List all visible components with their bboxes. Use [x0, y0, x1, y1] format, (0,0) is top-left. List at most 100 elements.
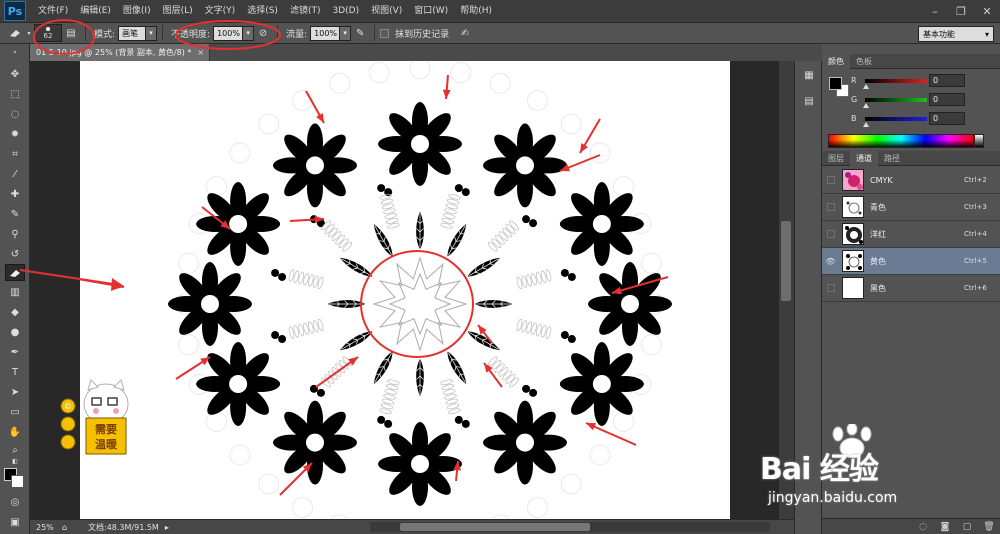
mode-label: 模式:: [94, 29, 116, 40]
menu-item[interactable]: 文字(Y): [199, 0, 242, 22]
eraser-tool-icon[interactable]: [6, 25, 24, 41]
brush-preset-picker[interactable]: 62: [34, 24, 62, 42]
flow-dropdown-icon[interactable]: ▾: [340, 25, 352, 41]
slider-value-input[interactable]: 0: [929, 112, 965, 125]
pen-tool-icon[interactable]: ✒: [5, 344, 25, 361]
restore-icon[interactable]: ❐: [948, 0, 974, 22]
quick-mask-icon[interactable]: ◎: [5, 494, 25, 511]
history-panel-icon[interactable]: ▦: [800, 67, 818, 83]
delete-channel-icon[interactable]: 🗑: [978, 522, 1000, 532]
channel-row[interactable]: 👁 黄色 Ctrl+5: [822, 248, 1000, 275]
menu-item[interactable]: 窗口(W): [408, 0, 454, 22]
channel-row[interactable]: 洋红 Ctrl+4: [822, 221, 1000, 248]
brush-tool-icon[interactable]: ✎: [5, 206, 25, 223]
tab-layers[interactable]: 图层: [822, 151, 850, 166]
menu-item[interactable]: 选择(S): [241, 0, 284, 22]
color-slider-track[interactable]: [865, 117, 927, 121]
color-spectrum-bar[interactable]: [828, 134, 974, 148]
visibility-eye-icon[interactable]: 👁: [822, 248, 839, 275]
channel-row[interactable]: 青色 Ctrl+3: [822, 194, 1000, 221]
status-export-icon[interactable]: ⌂: [62, 523, 80, 532]
menu-item[interactable]: 文件(F): [32, 0, 74, 22]
menu-item[interactable]: 3D(D): [326, 0, 365, 22]
baidu-jingyan-watermark: Bai 经验 jingyan.baidu.com: [740, 420, 980, 520]
tab-paths[interactable]: 路径: [878, 151, 906, 166]
channel-row[interactable]: CMYK Ctrl+2: [822, 167, 1000, 194]
history-brush-tool-icon[interactable]: ↺: [5, 246, 25, 263]
tab-channels[interactable]: 通道: [850, 151, 878, 166]
visibility-toggle[interactable]: [822, 194, 839, 221]
slider-knob-icon[interactable]: [863, 122, 869, 127]
status-menu-icon[interactable]: ▸: [165, 523, 169, 532]
flow-input[interactable]: 100%: [310, 25, 341, 41]
pressure-opacity-icon[interactable]: ⊘: [254, 25, 272, 41]
color-spectrum-bw[interactable]: [974, 134, 984, 148]
eyedropper-tool-icon[interactable]: ⁄: [5, 166, 25, 183]
zoom-level[interactable]: 25%: [30, 523, 62, 532]
new-channel-icon[interactable]: ▢: [956, 522, 978, 532]
blur-tool-icon[interactable]: ◆: [5, 304, 25, 321]
tab-swatches[interactable]: 色板: [850, 54, 878, 69]
tool-preset-chevron-icon[interactable]: ▾: [24, 25, 34, 41]
close-document-icon[interactable]: ×: [197, 48, 204, 57]
panel-collapse-icon[interactable]: »: [5, 48, 25, 56]
menu-item[interactable]: 编辑(E): [74, 0, 117, 22]
horizontal-scroll-thumb[interactable]: [400, 523, 590, 531]
load-selection-icon[interactable]: ◌: [912, 522, 934, 532]
opacity-input[interactable]: 100%: [213, 25, 244, 41]
visibility-toggle[interactable]: [822, 167, 839, 194]
document-canvas[interactable]: [80, 61, 730, 519]
pressure-size-icon[interactable]: ✍: [456, 25, 474, 41]
slider-label: G: [851, 95, 858, 104]
tab-color[interactable]: 颜色: [822, 54, 850, 69]
shape-tool-icon[interactable]: ▭: [5, 404, 25, 421]
color-panel-foreground[interactable]: [829, 77, 842, 90]
move-tool-icon[interactable]: ✥: [5, 66, 25, 83]
gradient-tool-icon[interactable]: ▥: [5, 284, 25, 301]
clone-stamp-tool-icon[interactable]: ⚲: [5, 226, 25, 243]
menu-item[interactable]: 图层(L): [157, 0, 199, 22]
slider-value-input[interactable]: 0: [929, 93, 965, 106]
healing-brush-tool-icon[interactable]: ✚: [5, 186, 25, 203]
dodge-tool-icon[interactable]: ●: [5, 324, 25, 341]
horizontal-scrollbar[interactable]: [370, 522, 770, 532]
document-tab[interactable]: 01 5-10.jpg @ 25% (背景 副本, 黄色/8) * ×: [30, 44, 210, 61]
mandala-artwork: [80, 61, 672, 519]
path-selection-tool-icon[interactable]: ➤: [5, 384, 25, 401]
properties-panel-icon[interactable]: ▤: [800, 93, 818, 109]
menu-item[interactable]: 滤镜(T): [284, 0, 327, 22]
color-slider-track[interactable]: [865, 79, 927, 83]
channel-row[interactable]: 黑色 Ctrl+6: [822, 275, 1000, 302]
mode-select[interactable]: 画笔: [118, 25, 147, 41]
lasso-tool-icon[interactable]: ◌: [5, 106, 25, 123]
slider-value-input[interactable]: 0: [929, 74, 965, 87]
workspace-select[interactable]: 基本功能 ▾: [918, 26, 994, 42]
crop-tool-icon[interactable]: ⌗: [5, 146, 25, 163]
menu-item[interactable]: 视图(V): [365, 0, 408, 22]
type-tool-icon[interactable]: T: [5, 364, 25, 381]
erase-to-history-checkbox[interactable]: [380, 28, 390, 38]
brush-panel-toggle-icon[interactable]: ▤: [62, 25, 80, 41]
marquee-tool-icon[interactable]: ⬚: [5, 86, 25, 103]
color-slider-track[interactable]: [865, 98, 927, 102]
menu-item[interactable]: 帮助(H): [454, 0, 498, 22]
close-window-icon[interactable]: ✕: [974, 0, 1000, 22]
visibility-toggle[interactable]: [822, 275, 839, 302]
vertical-scroll-thumb[interactable]: [781, 221, 791, 301]
slider-knob-icon[interactable]: [863, 103, 869, 108]
slider-knob-icon[interactable]: [863, 84, 869, 89]
screen-mode-icon[interactable]: ▣: [5, 514, 25, 531]
hand-tool-icon[interactable]: ✋: [5, 424, 25, 441]
menu-item[interactable]: 图像(I): [117, 0, 157, 22]
minimize-icon[interactable]: –: [922, 0, 948, 22]
brush-size-value: 62: [43, 31, 53, 40]
visibility-toggle[interactable]: [822, 221, 839, 248]
eraser-tool-icon[interactable]: [5, 264, 25, 281]
save-selection-icon[interactable]: ◙: [934, 522, 956, 532]
quick-selection-tool-icon[interactable]: ✸: [5, 126, 25, 143]
opacity-dropdown-icon[interactable]: ▾: [243, 25, 255, 41]
background-color-swatch[interactable]: [11, 475, 24, 488]
airbrush-icon[interactable]: ✎: [351, 25, 369, 41]
default-colors-icon[interactable]: ◧: [5, 456, 25, 466]
mode-dropdown-icon[interactable]: ▾: [146, 25, 158, 41]
